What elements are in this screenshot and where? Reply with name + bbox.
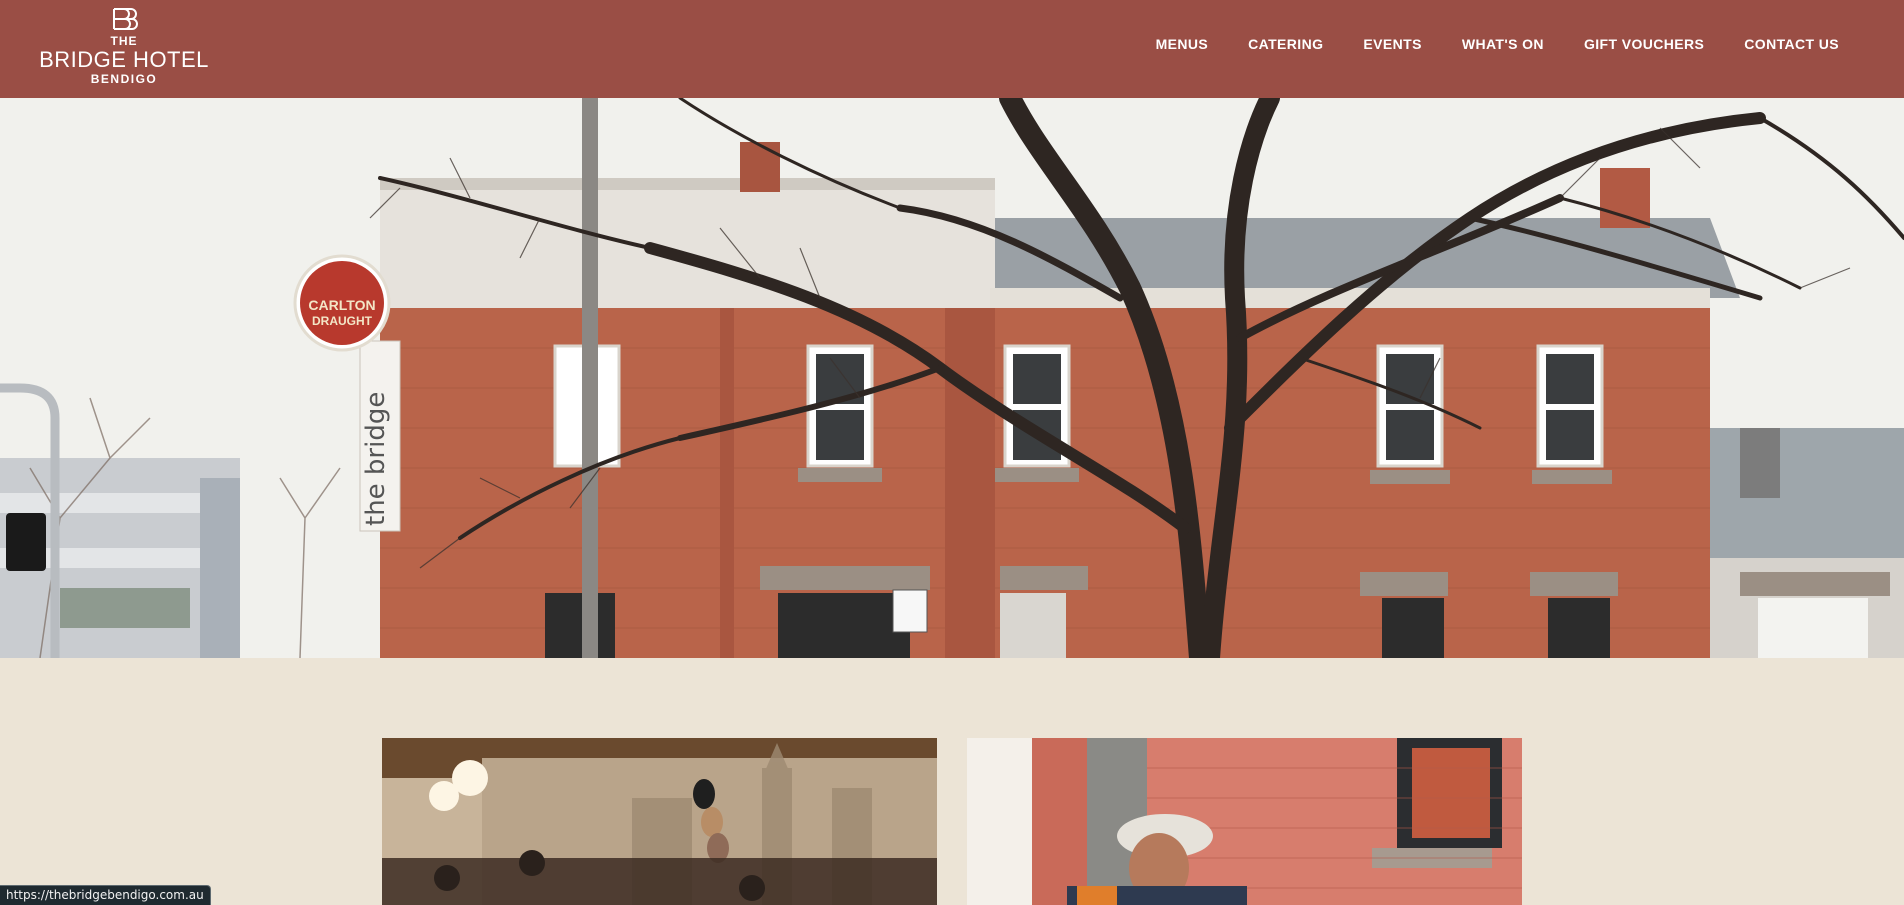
badge-line-1: CARLTON xyxy=(308,297,375,313)
outdoor-patron-photo xyxy=(967,738,1522,905)
nav-whats-on[interactable]: WHAT'S ON xyxy=(1462,36,1544,52)
bridge-monogram-icon xyxy=(113,8,138,30)
nav-menus[interactable]: MENUS xyxy=(1156,36,1209,52)
hero-image: the bridge CARLTON DRAUGHT xyxy=(0,98,1904,658)
logo-line-name: BRIDGE HOTEL xyxy=(39,47,209,72)
nav-gift-vouchers[interactable]: GIFT VOUCHERS xyxy=(1584,36,1704,52)
site-header: THE BRIDGE HOTEL BENDIGO MENUS CATERING … xyxy=(0,0,1904,98)
main-nav: MENUS CATERING EVENTS WHAT'S ON GIFT VOU… xyxy=(1156,36,1839,52)
bridge-vertical-sign: the bridge xyxy=(359,340,401,532)
sign-text: the bridge xyxy=(361,392,391,526)
logo-line-location: BENDIGO xyxy=(90,72,158,86)
dining-room-photo xyxy=(382,738,937,905)
nav-contact-us[interactable]: CONTACT US xyxy=(1744,36,1839,52)
nav-catering[interactable]: CATERING xyxy=(1248,36,1323,52)
feature-card-dining[interactable] xyxy=(382,738,937,905)
site-logo-link[interactable]: THE BRIDGE HOTEL BENDIGO xyxy=(36,6,212,90)
badge-line-2: DRAUGHT xyxy=(312,314,373,328)
logo-line-the: THE xyxy=(110,34,138,48)
feature-card-outdoor[interactable] xyxy=(967,738,1522,905)
hotel-facade-illustration: the bridge CARLTON DRAUGHT xyxy=(0,98,1904,658)
nav-events[interactable]: EVENTS xyxy=(1363,36,1421,52)
carlton-draught-badge: CARLTON DRAUGHT xyxy=(293,254,391,352)
status-bar-url: https://thebridgebendigo.com.au xyxy=(0,885,211,905)
